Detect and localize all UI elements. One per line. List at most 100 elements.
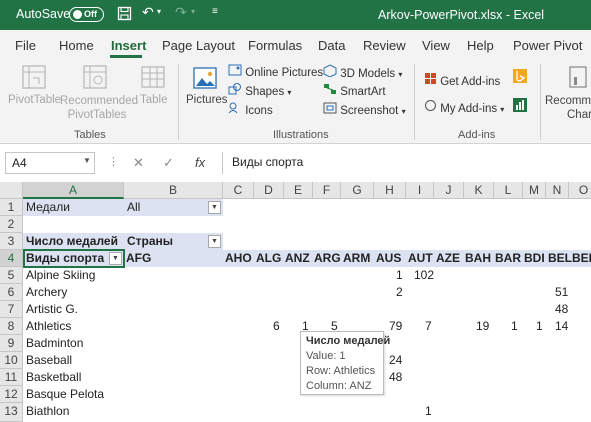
screenshot-icon <box>323 102 337 117</box>
column-header-g[interactable]: G <box>341 182 374 199</box>
pictures-button[interactable]: Pictures <box>186 94 228 106</box>
select-all-corner[interactable] <box>0 182 23 199</box>
tab-formulas[interactable]: Formulas <box>248 38 302 53</box>
column-header-m[interactable]: M <box>523 182 546 199</box>
icons-button[interactable]: Icons <box>228 102 273 117</box>
column-header-h[interactable]: H <box>374 182 406 199</box>
people-graph-icon[interactable] <box>513 98 527 115</box>
tab-page-layout[interactable]: Page Layout <box>162 38 235 53</box>
column-header-f[interactable]: F <box>313 182 341 199</box>
tooltip-row: Row: Athletics <box>306 365 376 377</box>
redo-dropdown-icon[interactable]: ▾ <box>191 7 195 16</box>
country-header: AHO <box>225 251 252 265</box>
tab-view[interactable]: View <box>422 38 450 53</box>
row-header[interactable]: 9 <box>0 335 23 352</box>
tab-file[interactable]: File <box>15 38 36 53</box>
3d-models-button[interactable]: 3D Models ▾ <box>323 64 402 80</box>
tooltip-value: Value: 1 <box>306 350 346 362</box>
column-header-d[interactable]: D <box>254 182 284 199</box>
value-cell: 1 <box>536 319 543 333</box>
country-header: AZE <box>436 251 460 265</box>
column-header-o[interactable]: O <box>569 182 591 199</box>
formula-input[interactable]: Виды спорта <box>222 152 591 174</box>
redo-icon[interactable]: ↷ <box>175 4 187 21</box>
tab-data[interactable]: Data <box>318 38 345 53</box>
sport-row-label: Basque Pelota <box>26 387 105 401</box>
customize-toolbar-icon[interactable]: ≡ <box>212 6 218 17</box>
tab-review[interactable]: Review <box>363 38 406 53</box>
recommended-pivottables-icon <box>82 64 108 93</box>
column-header-i[interactable]: I <box>406 182 434 199</box>
shapes-icon <box>228 83 242 98</box>
columns-filter-dropdown-icon[interactable]: ▼ <box>208 235 221 248</box>
country-header: BAR <box>495 251 521 265</box>
column-header-j[interactable]: J <box>434 182 464 199</box>
illustrations-group-label: Illustrations <box>273 129 329 141</box>
bing-icon[interactable] <box>513 69 527 86</box>
recommended-charts-icon <box>567 64 591 93</box>
shapes-button[interactable]: Shapes ▾ <box>228 83 291 98</box>
group-divider <box>540 64 541 140</box>
value-cell: 14 <box>555 319 569 333</box>
tables-group-label: Tables <box>74 129 106 141</box>
value-cell: 79 <box>389 319 403 333</box>
value-cell: 48 <box>555 302 569 316</box>
sport-row-label: Biathlon <box>26 404 70 418</box>
value-cell: 24 <box>389 353 403 367</box>
get-addins-button[interactable]: Get Add-ins <box>424 72 500 88</box>
undo-dropdown-icon[interactable]: ▾ <box>157 7 161 16</box>
row-header[interactable]: 11 <box>0 369 23 386</box>
screenshot-button[interactable]: Screenshot ▾ <box>323 102 406 117</box>
column-header-k[interactable]: K <box>464 182 494 199</box>
column-header-l[interactable]: L <box>494 182 523 199</box>
my-addins-button[interactable]: My Add-ins ▾ <box>424 99 504 115</box>
pivot-filter-value: All <box>127 200 141 214</box>
recommended-pivottables-button[interactable]: Recommended PivotTables <box>60 94 138 122</box>
online-pictures-icon <box>228 64 242 79</box>
insert-function-icon[interactable]: fx <box>195 155 205 170</box>
column-header-a[interactable]: A <box>23 182 124 199</box>
formula-bar-menu-icon[interactable]: ⋮ <box>108 155 119 168</box>
sport-row-label: Badminton <box>26 336 84 350</box>
save-icon[interactable] <box>117 6 132 24</box>
tab-help[interactable]: Help <box>467 38 494 53</box>
autosave-toggle[interactable]: Off <box>69 7 104 22</box>
online-pictures-button[interactable]: Online Pictures <box>228 64 323 79</box>
sport-row-label: Archery <box>26 285 68 299</box>
row-header[interactable]: 12 <box>0 386 23 403</box>
table-button[interactable]: Table <box>140 94 168 106</box>
row-header[interactable]: 8 <box>0 318 23 335</box>
row-header[interactable]: 5 <box>0 267 23 284</box>
name-box[interactable]: A4 <box>5 152 95 174</box>
pivot-value-tooltip: Число медалей Value: 1 Row: Athletics Co… <box>300 331 390 395</box>
country-header: BDI <box>524 251 545 265</box>
tab-home[interactable]: Home <box>59 38 94 53</box>
country-header: ARG <box>314 251 341 265</box>
row-header[interactable]: 13 <box>0 403 23 422</box>
group-divider <box>178 64 179 140</box>
row-header[interactable]: 1 <box>0 199 23 216</box>
column-header-b[interactable]: B <box>124 182 223 199</box>
row-header[interactable]: 2 <box>0 216 23 233</box>
column-header-e[interactable]: E <box>284 182 313 199</box>
tab-power-pivot[interactable]: Power Pivot <box>513 38 582 53</box>
recommended-charts-button[interactable]: RecommeChart <box>545 94 591 122</box>
pivottable-button[interactable]: PivotTable <box>8 94 61 106</box>
tab-insert[interactable]: Insert <box>111 38 146 53</box>
sport-row-label: Baseball <box>26 353 73 367</box>
smartart-button[interactable]: SmartArt <box>323 83 386 98</box>
row-header[interactable]: 10 <box>0 352 23 369</box>
store-icon <box>424 73 437 88</box>
column-header-n[interactable]: N <box>546 182 569 199</box>
column-header-c[interactable]: C <box>223 182 254 199</box>
filter-dropdown-icon[interactable]: ▼ <box>208 201 221 214</box>
row-header[interactable]: 3 <box>0 233 23 250</box>
row-header[interactable]: 7 <box>0 301 23 318</box>
cancel-icon[interactable]: ✕ <box>133 155 144 171</box>
enter-icon[interactable]: ✓ <box>163 155 174 171</box>
row-header[interactable]: 6 <box>0 284 23 301</box>
value-cell: 48 <box>389 370 403 384</box>
undo-icon[interactable]: ↶ <box>142 4 154 21</box>
row-header[interactable]: 4 <box>0 250 23 267</box>
name-box-dropdown-icon[interactable]: ▼ <box>83 156 91 165</box>
